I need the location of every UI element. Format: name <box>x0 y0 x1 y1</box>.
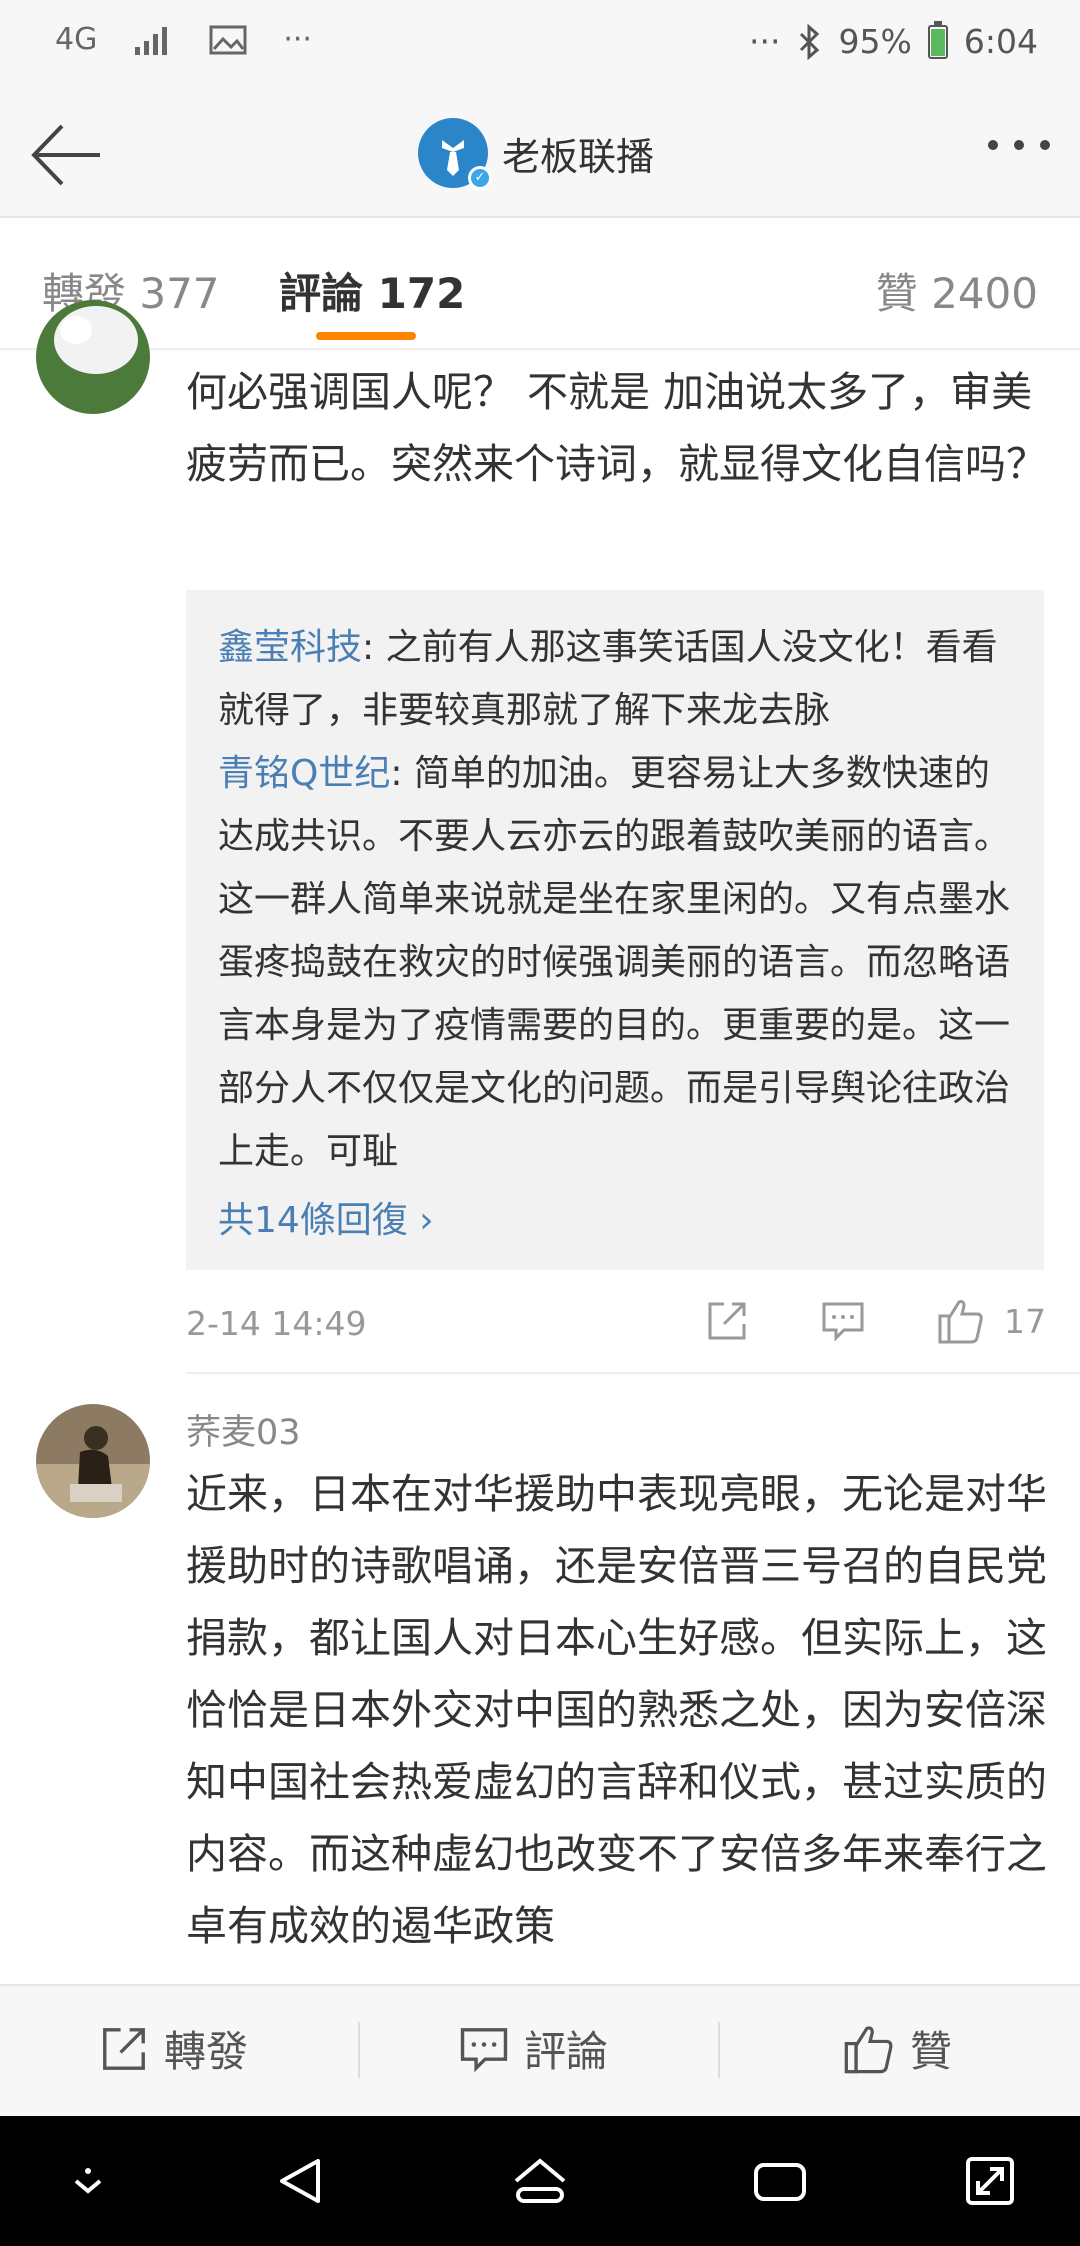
repost-label: 轉發 <box>164 2027 249 2076</box>
bluetooth-icon <box>799 23 819 60</box>
expand-icon[interactable] <box>960 2151 1020 2211</box>
signal-icon <box>135 26 168 55</box>
comment-meta: 2-14 14:49 17 <box>186 1296 1046 1352</box>
avatar[interactable] <box>36 300 150 414</box>
like-label: 贊 <box>910 2027 953 2076</box>
reply-text: : 简单的加油。更容易让大多数快速的达成共识。不要人云亦云的跟着鼓吹美丽的语言。… <box>218 753 1011 1172</box>
thumbs-up-icon <box>844 2025 893 2073</box>
more-horizontal-icon[interactable] <box>988 140 1050 150</box>
page-title: 老板联播 <box>502 134 655 179</box>
thumbs-up-icon[interactable] <box>936 1296 986 1346</box>
image-icon <box>209 25 247 54</box>
rabbit-avatar-icon <box>36 300 150 414</box>
system-nav-bar <box>0 2116 1080 2246</box>
chevron-down-icon[interactable] <box>58 2151 118 2211</box>
recent-apps-icon[interactable] <box>750 2151 810 2211</box>
back-triangle-icon[interactable] <box>272 2151 332 2211</box>
active-tab-indicator <box>316 332 416 340</box>
network-label: 4G <box>55 22 98 57</box>
reply-username[interactable]: 青铭Q世纪 <box>218 753 390 794</box>
like-count: 17 <box>1004 1301 1046 1341</box>
status-more-label: ··· <box>283 22 312 57</box>
share-icon <box>103 2027 145 2070</box>
comment-text: 近来，日本在对华援助中表现亮眼，无论是对华援助时的诗歌唱诵，还是安倍晋三号召的自… <box>186 1470 1047 1950</box>
home-icon[interactable] <box>510 2151 570 2211</box>
top-nav-bar: ✓ 老板联播 <box>0 90 1080 218</box>
comment-icon[interactable] <box>820 1298 866 1344</box>
bottom-action-bar: 轉發 評論 贊 <box>0 1984 1080 2116</box>
reply-item: 青铭Q世纪: 简单的加油。更容易让大多数快速的达成共识。不要人云亦云的跟着鼓吹美… <box>218 742 1014 1183</box>
separator <box>718 2022 720 2078</box>
tab-comments[interactable]: 評論 172 <box>279 260 465 321</box>
status-dots: ··· <box>749 22 781 61</box>
status-bar: 4G ··· ··· 95% 6:04 <box>0 0 1080 90</box>
reply-username[interactable]: 鑫莹科技 <box>218 627 362 668</box>
avatar[interactable] <box>36 1404 150 1518</box>
arrow-left-icon[interactable] <box>28 120 108 190</box>
account-avatar[interactable]: ✓ <box>418 118 492 190</box>
repost-button[interactable]: 轉發 <box>98 2018 248 2079</box>
tab-likes[interactable]: 贊 2400 <box>876 260 1038 321</box>
user-photo-icon <box>36 1404 150 1518</box>
reply-item: 鑫莹科技: 之前有人那这事笑话国人没文化！看看就得了，非要较真那就了解下来龙去脉 <box>218 616 1014 742</box>
like-button[interactable]: 贊 <box>842 2018 952 2079</box>
comment-username[interactable]: 荞麦03 <box>186 1404 301 1455</box>
comment-text: 何必强调国人呢？ 不就是 加油说太多了，审美疲劳而已。突然来个诗词，就显得文化自… <box>186 368 1047 488</box>
share-icon[interactable] <box>704 1298 750 1344</box>
comment-time: 2-14 14:49 <box>186 1304 367 1343</box>
comment-button[interactable]: 評論 <box>458 2018 608 2079</box>
comment-divider <box>186 1372 1080 1374</box>
verified-badge-icon: ✓ <box>468 166 492 190</box>
comment-actions: 17 <box>704 1296 1046 1346</box>
comment-label: 評論 <box>524 2027 609 2076</box>
status-left: 4G ··· <box>55 22 312 57</box>
battery-icon <box>927 20 948 59</box>
tab-bar: 轉發 377 評論 172 贊 2400 <box>0 220 1080 350</box>
more-replies-link[interactable]: 共14條回復 › <box>218 1191 1014 1243</box>
reply-box[interactable]: 鑫莹科技: 之前有人那这事笑话国人没文化！看看就得了，非要较真那就了解下来龙去脉… <box>186 590 1044 1270</box>
status-right: ··· 95% 6:04 <box>749 20 1038 61</box>
account-header[interactable]: ✓ 老板联播 <box>418 118 655 190</box>
battery-percent: 95% <box>838 22 912 61</box>
comment-icon <box>460 2027 508 2072</box>
separator <box>358 2022 360 2078</box>
clock: 6:04 <box>963 22 1038 61</box>
